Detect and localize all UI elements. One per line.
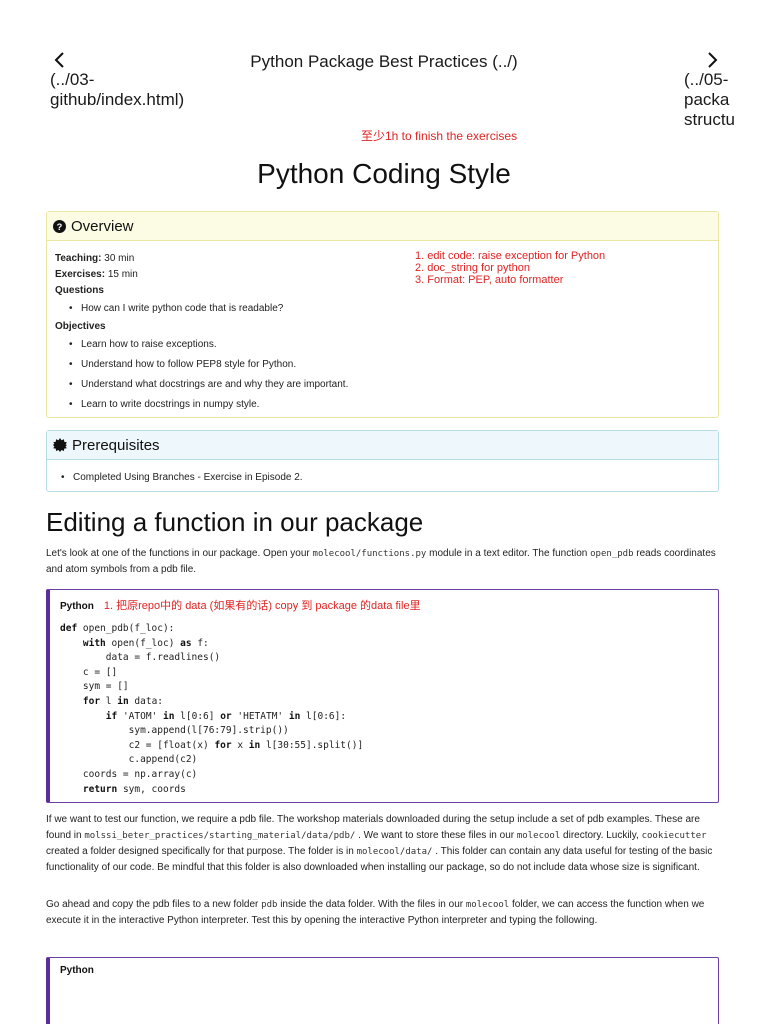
nav-next[interactable]: (../05- packa structu — [684, 50, 768, 130]
overview-annotations: 1. edit code: raise exception for Python… — [415, 250, 605, 286]
code-language-label: Python 1. 把原repo中的 data (如果有的话) copy 到 pa… — [60, 600, 421, 612]
code-inline: open_pdb — [590, 549, 634, 559]
certificate-icon — [53, 438, 67, 452]
overview-heading: Overview — [71, 217, 134, 235]
code-block: Python 1. 把原repo中的 data (如果有的话) copy 到 pa… — [46, 589, 719, 803]
annotation-line: 2. doc_string for python — [415, 262, 530, 274]
code-language-label: Python — [60, 965, 94, 976]
copy-files-paragraph: Go ahead and copy the pdb files to a new… — [46, 899, 705, 926]
code-inline: molssi_beter_practices/starting_material… — [84, 831, 356, 841]
code-inline: molecool/functions.py — [312, 549, 427, 559]
chevron-right-icon[interactable] — [702, 50, 722, 70]
svg-text:?: ? — [57, 221, 63, 231]
prerequisites-box: Prerequisites Completed Using Branches -… — [46, 430, 719, 492]
code-inline: molecool — [465, 900, 510, 910]
data-folder-paragraph: If we want to test our function, we requ… — [46, 814, 713, 873]
questions-label: Questions — [55, 285, 104, 296]
code-inline: cookiecutter — [641, 831, 707, 841]
annotation-line: 3. Format: PEP, auto formatter — [415, 274, 564, 286]
code-inline: molecool — [516, 831, 561, 841]
next-link[interactable]: (../05- packa structu — [684, 70, 768, 130]
nav-title-link[interactable]: Python Package Best Practices (../) — [0, 52, 768, 72]
code-block: Python — [46, 957, 719, 1024]
prerequisites-list: Completed Using Branches - Exercise in E… — [55, 468, 710, 488]
question-circle-icon: ? — [53, 219, 66, 233]
teaching-time: Teaching: 30 min — [55, 253, 135, 264]
prerequisites-heading: Prerequisites — [72, 436, 160, 454]
top-annotation: 至少1h to finish the exercises — [361, 129, 518, 143]
section-heading: Editing a function in our package — [46, 507, 424, 537]
code-content: def open_pdb(f_loc): with open(f_loc) as… — [60, 623, 364, 795]
annotation-line: 1. edit code: raise exception for Python — [415, 250, 606, 262]
overview-box: ? Overview Teaching: 30 min Exercises: 1… — [46, 211, 719, 418]
prerequisites-header: Prerequisites — [47, 431, 718, 460]
list-item: Completed Using Branches - Exercise in E… — [55, 468, 710, 488]
code-inline: pdb — [261, 900, 278, 910]
prev-link[interactable]: (../03- github/index.html) — [50, 70, 230, 110]
questions-list: How can I write python code that is read… — [55, 299, 710, 319]
code-annotation: 1. 把原repo中的 data (如果有的话) copy 到 package … — [103, 600, 421, 612]
objectives-label: Objectives — [55, 321, 106, 332]
page-title: Python Coding Style — [257, 158, 511, 189]
exercises-time: Exercises: 15 min — [55, 269, 138, 280]
list-item: Understand how to follow PEP8 style for … — [55, 355, 710, 375]
list-item: How can I write python code that is read… — [55, 299, 710, 319]
intro-paragraph: Let's look at one of the functions in ou… — [46, 548, 716, 575]
overview-header: ? Overview — [47, 212, 718, 241]
list-item: Learn how to raise exceptions. — [55, 335, 710, 355]
list-item: Learn to write docstrings in numpy style… — [55, 395, 710, 415]
list-item: Understand what docstrings are and why t… — [55, 375, 710, 395]
code-inline: molecool/data/ — [356, 847, 433, 857]
objectives-list: Learn how to raise exceptions. Understan… — [55, 335, 710, 415]
